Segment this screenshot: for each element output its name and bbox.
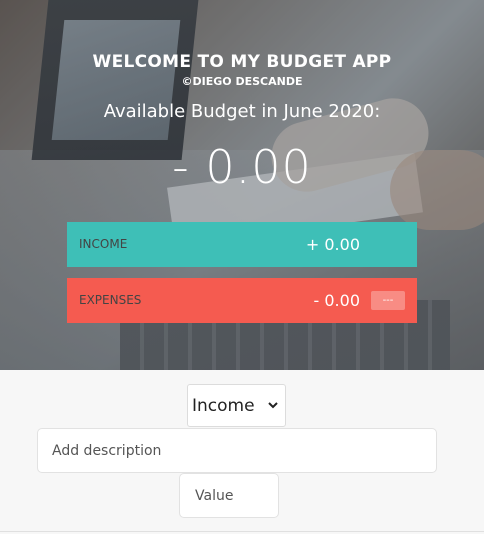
budget-value: - 0.00 xyxy=(172,140,312,194)
income-label: INCOME xyxy=(79,237,128,251)
type-select[interactable]: Income xyxy=(187,384,286,427)
income-summary: INCOME + 0.00 xyxy=(67,222,417,267)
income-value: + 0.00 xyxy=(305,235,360,254)
expenses-percentage-badge: --- xyxy=(371,291,405,310)
expenses-summary: EXPENSES - 0.00 --- xyxy=(67,278,417,323)
value-input[interactable] xyxy=(179,473,279,518)
chevron-down-icon xyxy=(268,402,278,409)
app-copyright: ©DIEGO DESCANDE xyxy=(181,75,303,88)
budget-title: Available Budget in June 2020: xyxy=(103,101,381,122)
description-input[interactable] xyxy=(37,428,437,473)
expenses-label: EXPENSES xyxy=(79,293,142,307)
type-select-value: Income xyxy=(192,395,255,416)
expenses-value: - 0.00 xyxy=(313,291,360,310)
divider xyxy=(0,531,484,532)
app-title: WELCOME TO MY BUDGET APP xyxy=(92,52,392,72)
header-panel: WELCOME TO MY BUDGET APP ©DIEGO DESCANDE… xyxy=(0,0,484,370)
